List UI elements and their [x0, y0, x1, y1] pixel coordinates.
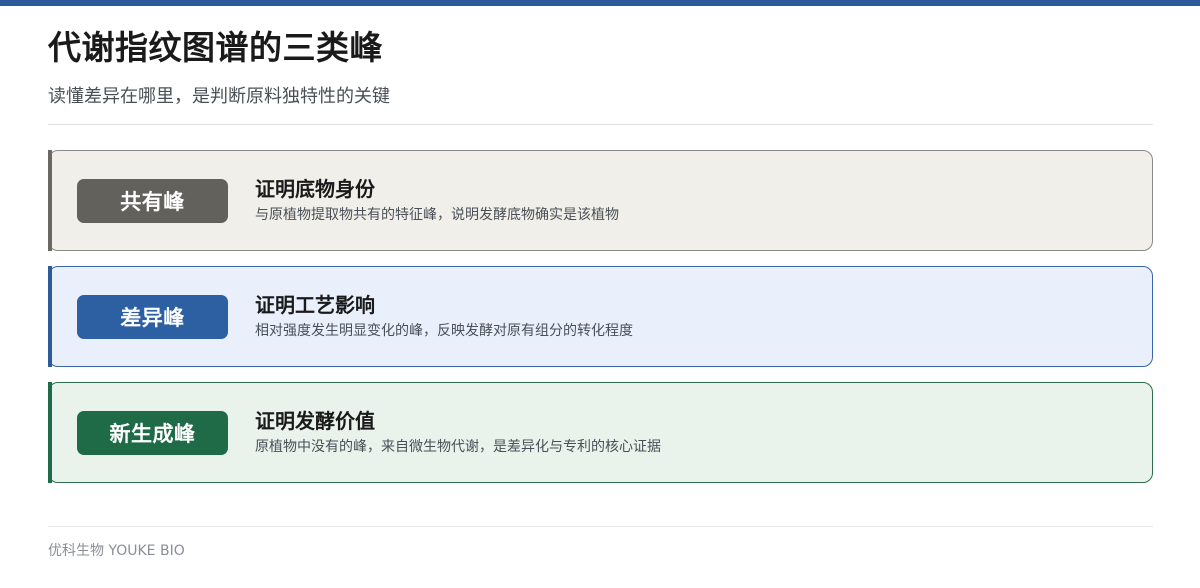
- peak-type-badge: 共有峰: [77, 179, 228, 223]
- top-accent-bar: [0, 0, 1200, 6]
- page-subtitle: 读懂差异在哪里，是判断原料独特性的关键: [48, 86, 390, 107]
- card-accent-bar: [48, 150, 52, 251]
- card-description: 与原植物提取物共有的特征峰，说明发酵底物确实是该植物: [255, 207, 619, 223]
- card-title: 证明工艺影响: [255, 293, 375, 317]
- footer-divider: [48, 526, 1153, 527]
- peak-type-badge: 新生成峰: [77, 411, 228, 455]
- footer-brand: 优科生物 YOUKE BIO: [48, 543, 185, 559]
- peak-type-badge: 差异峰: [77, 295, 228, 339]
- card-title: 证明底物身份: [255, 177, 375, 201]
- header: 代谢指纹图谱的三类峰 读懂差异在哪里，是判断原料独特性的关键: [48, 26, 1153, 110]
- page-title: 代谢指纹图谱的三类峰: [48, 28, 383, 67]
- card-accent-bar: [48, 382, 52, 483]
- card-description: 相对强度发生明显变化的峰，反映发酵对原有组分的转化程度: [255, 323, 633, 339]
- peak-card-novel: 新生成峰 证明发酵价值 原植物中没有的峰，来自微生物代谢，是差异化与专利的核心证…: [48, 382, 1153, 483]
- card-description: 原植物中没有的峰，来自微生物代谢，是差异化与专利的核心证据: [255, 439, 661, 455]
- peak-card-differential: 差异峰 证明工艺影响 相对强度发生明显变化的峰，反映发酵对原有组分的转化程度: [48, 266, 1153, 367]
- peak-card-shared: 共有峰 证明底物身份 与原植物提取物共有的特征峰，说明发酵底物确实是该植物: [48, 150, 1153, 251]
- card-title: 证明发酵价值: [255, 409, 375, 433]
- card-accent-bar: [48, 266, 52, 367]
- header-divider: [48, 124, 1153, 125]
